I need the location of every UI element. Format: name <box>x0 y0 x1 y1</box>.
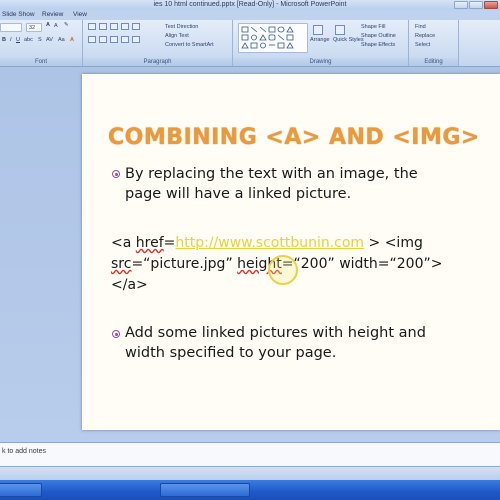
justify-icon[interactable] <box>121 36 129 43</box>
code-img-open: > <img <box>364 235 423 251</box>
bullet-1-line-2[interactable]: page will have a linked picture. <box>125 184 351 204</box>
italic-icon[interactable]: I <box>10 37 12 43</box>
paragraph-group: Text Direction Align Text Convert to Sma… <box>83 20 233 66</box>
notes-pane[interactable]: k to add notes <box>0 442 500 467</box>
shape-outline-button[interactable]: Shape Outline <box>361 33 396 39</box>
grow-font-icon[interactable]: A <box>46 22 50 28</box>
strikethrough-icon[interactable]: abc <box>24 37 33 43</box>
window-title: ies 10 html continued.pptx [Read-Only] -… <box>153 1 347 8</box>
replace-button[interactable]: Replace <box>415 33 435 39</box>
window-controls <box>454 1 498 9</box>
shape-fill-button[interactable]: Shape Fill <box>361 24 385 30</box>
editing-group-label: Editing <box>409 58 458 66</box>
decrease-indent-icon[interactable] <box>110 23 118 30</box>
code-src: src <box>111 256 132 272</box>
bullet-2-icon <box>112 330 120 338</box>
bullet-2-line-2[interactable]: width specified to your page. <box>125 343 336 363</box>
editing-group: Find Replace Select Editing <box>409 20 459 66</box>
maximize-button[interactable] <box>469 1 483 9</box>
code-a-open: <a <box>111 235 136 251</box>
clear-formatting-icon[interactable]: ✎ <box>64 22 69 28</box>
bullet-1-icon <box>112 170 120 178</box>
char-spacing-icon[interactable]: AV <box>46 37 53 43</box>
code-href: href <box>135 235 164 251</box>
bullet-2-line-1[interactable]: Add some linked pictures with height and <box>125 323 426 343</box>
arrange-button[interactable]: Arrange <box>310 37 330 43</box>
bullets-icon[interactable] <box>88 23 96 30</box>
align-right-icon[interactable] <box>110 36 118 43</box>
convert-smartart-button[interactable]: Convert to SmartArt <box>165 42 214 48</box>
shape-effects-button[interactable]: Shape Effects <box>361 42 395 48</box>
tab-view[interactable]: View <box>73 10 87 20</box>
taskbar <box>0 480 500 500</box>
font-group-label: Font <box>0 58 82 66</box>
change-case-icon[interactable]: Aa <box>58 37 65 43</box>
bold-icon[interactable]: B <box>2 37 6 43</box>
arrange-icon[interactable] <box>313 25 323 35</box>
ribbon-tabs: Slide Show Review View <box>0 10 500 20</box>
code-line-3[interactable]: </a> <box>111 275 148 296</box>
font-name-box[interactable] <box>0 23 22 32</box>
slide-title[interactable]: COMBINING <A> AND <IMG> <box>108 125 480 150</box>
align-left-icon[interactable] <box>88 36 96 43</box>
code-src-value: =“picture.jpg” <box>131 256 238 272</box>
increase-indent-icon[interactable] <box>121 23 129 30</box>
underline-icon[interactable]: U <box>16 37 20 43</box>
font-size-box[interactable]: 32 <box>26 23 42 32</box>
mouse-cursor-highlight <box>268 255 298 285</box>
tab-review[interactable]: Review <box>42 10 63 20</box>
taskbar-app-button[interactable] <box>160 483 250 497</box>
tab-slide-show[interactable]: Slide Show <box>2 10 35 20</box>
find-button[interactable]: Find <box>415 24 426 30</box>
align-center-icon[interactable] <box>99 36 107 43</box>
quick-styles-icon[interactable] <box>335 25 345 35</box>
font-color-icon[interactable]: A <box>70 37 74 43</box>
code-height-value: =“200” width=“200”> <box>281 256 443 272</box>
line-spacing-icon[interactable] <box>132 23 140 30</box>
minimize-button[interactable] <box>454 1 468 9</box>
ribbon: 32 A A ✎ B I U abc S AV Aa A Font Text D… <box>0 20 500 67</box>
drawing-group: Arrange Quick Styles Shape Fill Shape Ou… <box>233 20 409 66</box>
align-text-button[interactable]: Align Text <box>165 33 189 39</box>
taskbar-start-button[interactable] <box>0 483 42 497</box>
shapes-gallery[interactable] <box>238 23 308 53</box>
code-eq: = <box>163 235 176 251</box>
font-group: 32 A A ✎ B I U abc S AV Aa A Font <box>0 20 83 66</box>
shrink-font-icon[interactable]: A <box>54 23 58 29</box>
close-button[interactable] <box>484 1 498 9</box>
drawing-group-label: Drawing <box>233 58 408 66</box>
code-line-1[interactable]: <a href=http://www.scottbunin.com > <img <box>111 233 423 254</box>
notes-placeholder: k to add notes <box>2 448 46 455</box>
numbering-icon[interactable] <box>99 23 107 30</box>
font-size-value: 32 <box>29 25 36 31</box>
status-bar <box>0 466 500 481</box>
columns-icon[interactable] <box>132 36 140 43</box>
text-direction-button[interactable]: Text Direction <box>165 24 198 30</box>
bullet-1-line-1[interactable]: By replacing the text with an image, the <box>125 164 418 184</box>
code-url-link[interactable]: http://www.scottbunin.com <box>175 235 364 251</box>
shadow-icon[interactable]: S <box>38 37 42 43</box>
select-button[interactable]: Select <box>415 42 430 48</box>
paragraph-group-label: Paragraph <box>83 58 232 66</box>
shapes-gallery-icons <box>241 26 294 49</box>
quick-styles-button[interactable]: Quick Styles <box>333 37 364 43</box>
